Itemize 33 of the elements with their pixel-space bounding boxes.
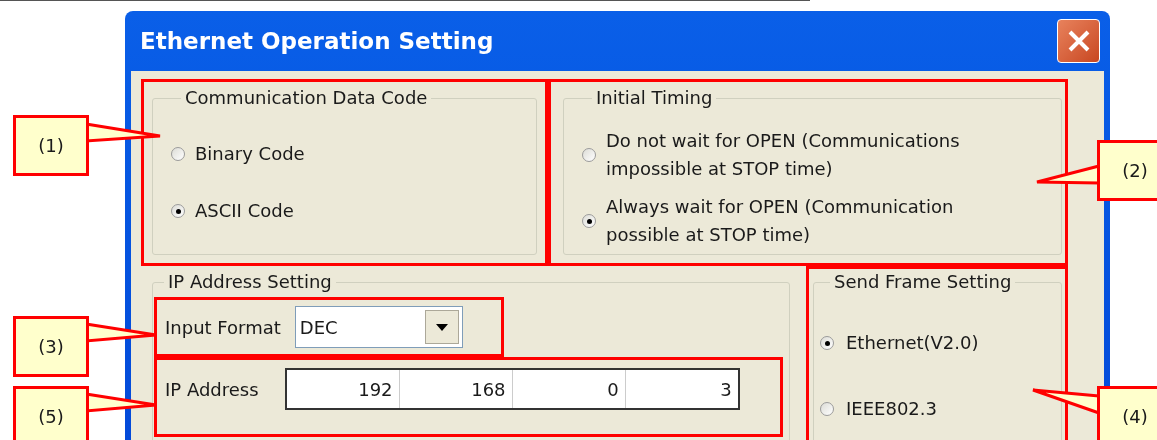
dropdown-caret-icon	[435, 323, 448, 331]
radio-label: Ethernet(V2.0)	[846, 331, 979, 355]
window-title: Ethernet Operation Setting	[140, 26, 494, 56]
radio-label: IEEE802.3	[846, 397, 937, 421]
group-title: Initial Timing	[595, 87, 714, 109]
radio-label: Always wait for OPEN (Communication possible at STOP time)	[606, 195, 954, 247]
radio-button[interactable]	[820, 402, 834, 416]
ip-octet[interactable]: 0	[512, 370, 626, 408]
callout-label: (3)	[38, 335, 64, 359]
callout-label: (4)	[1122, 405, 1148, 429]
ip-octet[interactable]: 3	[625, 370, 738, 408]
group-title: IP Address Setting	[167, 271, 333, 293]
callout-label: (5)	[38, 405, 64, 429]
callout-label: (2)	[1122, 159, 1148, 183]
radio-label: Do not wait for OPEN (Communications impossible at STOP time)	[606, 129, 960, 181]
radio-button[interactable]	[171, 204, 185, 218]
group-title: Send Frame Setting	[833, 271, 1013, 293]
input-format-dropdown[interactable]: DEC	[294, 306, 463, 348]
callout-label: (1)	[38, 134, 64, 158]
radio-label: ASCII Code	[195, 199, 294, 223]
radio-label: Binary Code	[195, 142, 305, 166]
radio-button[interactable]	[171, 147, 185, 161]
input-format-label: Input Format	[165, 315, 281, 340]
radio-button[interactable]	[582, 214, 596, 228]
ip-address-field[interactable]: 192 168 0 3	[284, 368, 740, 410]
ip-address-label: IP Address	[165, 378, 259, 402]
ip-octet[interactable]: 168	[399, 370, 513, 408]
ip-octet[interactable]: 192	[286, 370, 400, 408]
close-icon	[1066, 29, 1091, 53]
group-title: Communication Data Code	[184, 87, 429, 109]
close-button[interactable]	[1057, 19, 1100, 63]
radio-button[interactable]	[820, 336, 834, 350]
radio-button[interactable]	[582, 148, 596, 162]
